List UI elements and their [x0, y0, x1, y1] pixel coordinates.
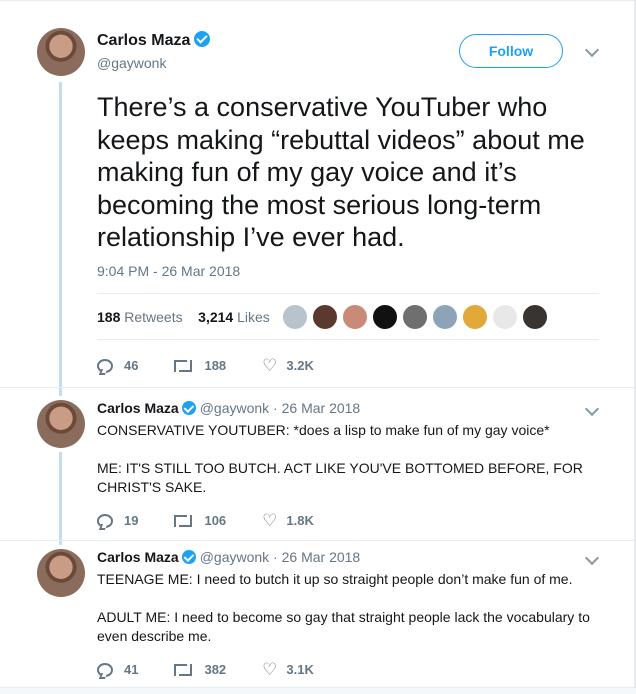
tweet-text: There’s a conservative YouTuber who keep… [97, 92, 585, 252]
liker-avatar[interactable] [432, 304, 458, 330]
like-count: 3.2K [286, 358, 314, 373]
liker-avatar[interactable] [402, 304, 428, 330]
liker-avatar[interactable] [492, 304, 518, 330]
chevron-down-icon[interactable] [584, 550, 600, 566]
author-name[interactable]: Carlos Maza [97, 549, 179, 565]
verified-icon [181, 550, 196, 564]
reply-text: TEENAGE ME: I need to butch it up so str… [97, 571, 590, 644]
avatar[interactable] [37, 400, 85, 448]
divider [0, 540, 634, 541]
reply-icon [97, 662, 113, 677]
divider [97, 339, 599, 340]
liker-avatar[interactable] [342, 304, 368, 330]
tweet-actions: 41 382 ♡ 3.1K [97, 661, 350, 678]
reply-count: 46 [124, 358, 139, 373]
chevron-down-icon[interactable] [584, 42, 600, 58]
retweet-button[interactable]: 106 [174, 513, 226, 528]
reply-text: CONSERVATIVE YOUTUBER: *does a lisp to m… [97, 422, 583, 495]
liker-avatar[interactable] [312, 304, 338, 330]
retweets-count: 188 [97, 309, 121, 325]
reply-count: 19 [124, 513, 139, 528]
tweet-timestamp[interactable]: 9:04 PM - 26 Mar 2018 [97, 263, 240, 279]
reply-button[interactable]: 19 [97, 513, 138, 528]
avatar[interactable] [37, 549, 85, 597]
likes-label: Likes [237, 309, 270, 325]
author-name[interactable]: Carlos Maza [97, 400, 179, 416]
likers-avatars [282, 304, 552, 330]
author-name[interactable]: Carlos Maza [97, 32, 190, 49]
retweet-count: 188 [204, 358, 227, 373]
frame-bottom-border [0, 687, 636, 694]
like-button[interactable]: ♡ 3.2K [262, 357, 314, 374]
thread-connector [59, 82, 62, 396]
retweet-button[interactable]: 188 [174, 358, 226, 373]
reply-icon [97, 358, 113, 373]
heart-icon: ♡ [262, 660, 278, 679]
author-name-link[interactable]: Carlos Maza [97, 31, 211, 50]
reply-header: Carlos Maza @gaywonk · 26 Mar 2018 [97, 400, 360, 416]
heart-icon: ♡ [262, 511, 278, 530]
frame-top-border [0, 0, 636, 1]
chevron-down-icon[interactable] [584, 401, 600, 417]
retweet-icon [174, 514, 193, 527]
retweets-label: Retweets [124, 309, 183, 325]
tweet-actions: 19 106 ♡ 1.8K [97, 512, 350, 529]
retweet-count: 382 [204, 662, 227, 677]
retweet-icon [174, 663, 193, 676]
liker-avatar[interactable] [282, 304, 308, 330]
divider [97, 293, 599, 294]
retweet-icon [174, 359, 193, 372]
liker-avatar[interactable] [462, 304, 488, 330]
author-handle[interactable]: @gaywonk [97, 55, 166, 71]
reply-header: Carlos Maza @gaywonk · 26 Mar 2018 [97, 549, 360, 565]
thread-connector [59, 452, 62, 545]
retweet-count: 106 [204, 513, 227, 528]
likes-stat[interactable]: 3,214 Likes [198, 309, 270, 325]
likes-count: 3,214 [198, 309, 234, 325]
like-button[interactable]: ♡ 3.1K [262, 661, 314, 678]
retweets-stat[interactable]: 188 Retweets [97, 309, 183, 325]
liker-avatar[interactable] [522, 304, 548, 330]
verified-icon [181, 401, 196, 415]
liker-avatar[interactable] [372, 304, 398, 330]
reply-meta[interactable]: @gaywonk · 26 Mar 2018 [200, 549, 361, 565]
reply-count: 41 [124, 662, 139, 677]
like-count: 3.1K [286, 662, 314, 677]
tweet-actions: 46 188 ♡ 3.2K [97, 357, 350, 374]
tweet-stats: 188 Retweets 3,214 Likes [97, 309, 270, 325]
reply-meta[interactable]: @gaywonk · 26 Mar 2018 [200, 400, 361, 416]
like-count: 1.8K [286, 513, 314, 528]
avatar[interactable] [37, 28, 85, 76]
divider [0, 387, 634, 388]
reply-icon [97, 513, 113, 528]
retweet-button[interactable]: 382 [174, 662, 226, 677]
like-button[interactable]: ♡ 1.8K [262, 512, 314, 529]
heart-icon: ♡ [262, 356, 278, 375]
reply-button[interactable]: 46 [97, 358, 138, 373]
reply-button[interactable]: 41 [97, 662, 138, 677]
follow-button[interactable]: Follow [459, 34, 563, 68]
verified-icon [194, 31, 211, 47]
